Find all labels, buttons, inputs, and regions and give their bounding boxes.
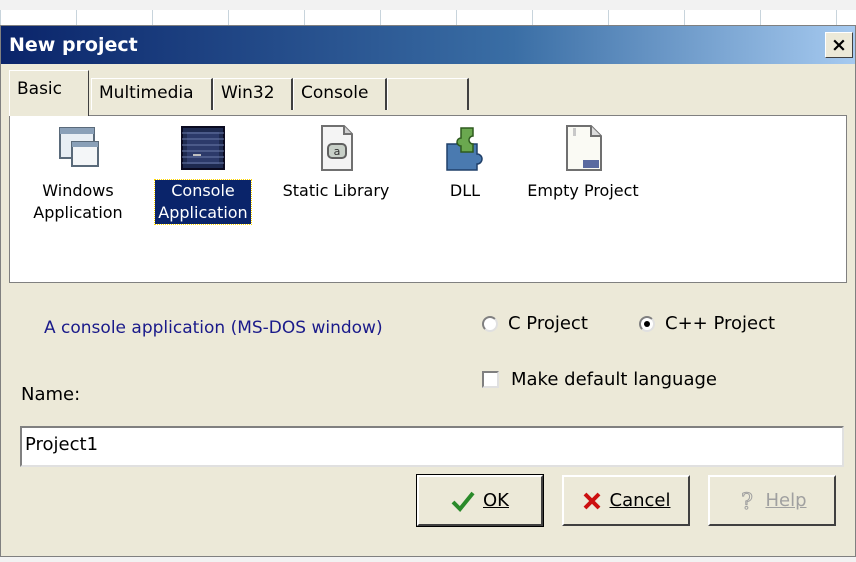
checkmark-icon [451,491,475,512]
name-label: Name: [21,384,81,405]
template-label: Static Library [282,181,390,200]
project-template-list: WindowsApplication ConsoleApplication [9,115,847,283]
help-button[interactable]: ? Help [708,475,836,526]
tab-empty[interactable] [387,78,469,110]
template-static-library[interactable]: a Static Library [272,124,400,202]
make-default-label: Make default language [511,369,717,390]
project-name-input[interactable]: Project1 [20,426,844,467]
tab-win32[interactable]: Win32 [213,78,293,110]
tab-console[interactable]: Console [293,78,387,110]
x-cross-icon [583,492,600,509]
cancel-button[interactable]: Cancel [562,475,690,526]
template-description: A console application (MS-DOS window) [44,318,383,338]
cancel-label: Cancel [609,490,671,511]
template-windows-application[interactable]: Windows Application [28,124,128,224]
tab-basic[interactable]: Basic [9,70,89,116]
close-icon: × [831,34,847,56]
template-label: DLL [449,181,481,200]
help-label: Help [765,490,807,511]
puzzle-icon [446,127,483,171]
template-label: Windows Application [33,181,123,222]
tab-strip: Basic Multimedia Win32 Console [9,70,849,116]
template-empty-project[interactable]: Empty Project [520,124,646,202]
c-project-label: C Project [508,313,588,334]
dialog-title: New project [9,34,138,56]
empty-document-icon [566,125,602,171]
tab-multimedia[interactable]: Multimedia [91,78,213,110]
template-dll[interactable]: DLL [430,124,500,202]
ok-label: OK [483,490,509,511]
new-project-dialog: New project × Basic Multimedia Win32 Con… [0,25,856,557]
c-project-radio[interactable]: C Project [482,313,588,334]
console-icon [181,126,225,170]
background-strip-top [0,0,856,10]
svg-text:?: ? [742,490,754,513]
template-label: Empty Project [527,181,639,200]
close-button[interactable]: × [825,32,853,58]
window-icon [59,127,99,167]
title-bar[interactable]: New project × [1,26,855,64]
library-icon: a [321,125,353,171]
make-default-checkbox-box[interactable] [482,371,499,388]
cpp-project-radio-button[interactable] [639,315,655,332]
cpp-project-label: C++ Project [665,313,776,334]
c-project-radio-button[interactable] [482,315,498,332]
svg-text:a: a [334,145,341,158]
ok-button[interactable]: OK [416,474,544,527]
make-default-language-checkbox[interactable]: Make default language [482,369,717,390]
cpp-project-radio[interactable]: C++ Project [639,313,775,334]
template-console-application[interactable]: Console Application [148,124,258,225]
template-label: Console Application [154,179,252,225]
question-mark-icon: ? [741,489,754,513]
